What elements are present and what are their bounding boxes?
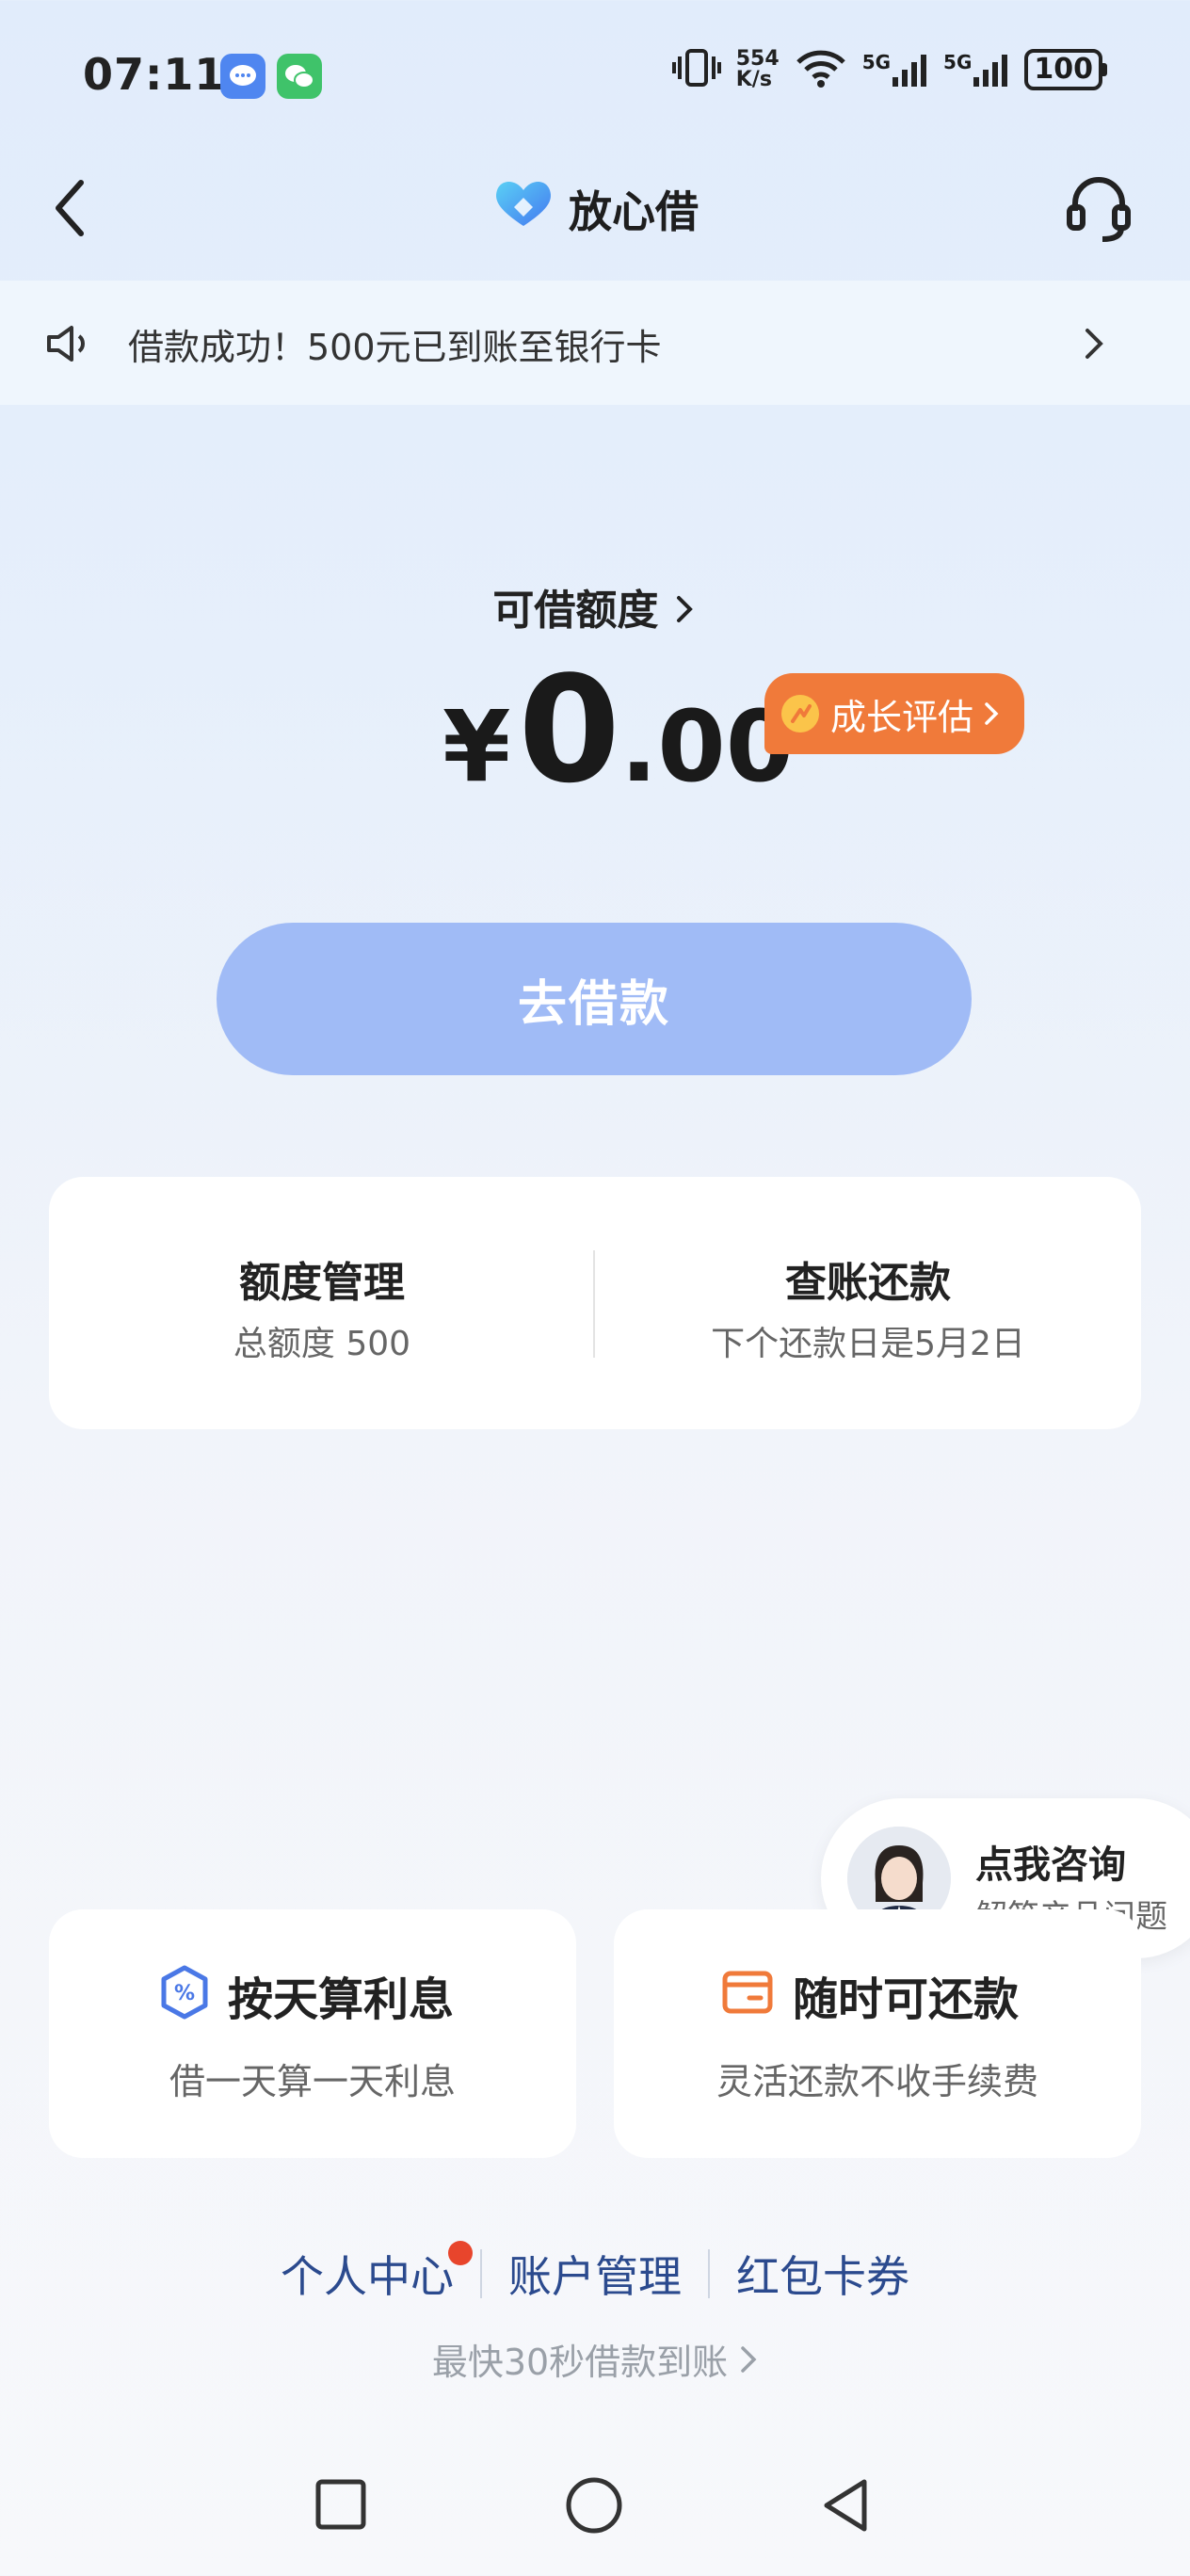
notice-chevron-icon bbox=[1083, 326, 1105, 365]
customer-service-button[interactable] bbox=[1066, 173, 1132, 245]
net-speed-value: 554 bbox=[735, 47, 780, 71]
nav-title-wrap: 放心借 bbox=[0, 177, 1190, 240]
circle-icon bbox=[566, 2477, 622, 2534]
svg-text:%: % bbox=[174, 1982, 195, 2005]
feature-interest-title: 按天算利息 bbox=[228, 1973, 455, 2026]
vibrate-icon bbox=[671, 47, 721, 92]
wallet-icon bbox=[721, 1966, 774, 2022]
bill-repayment-entry[interactable]: 查账还款 下个还款日是5月2日 bbox=[595, 1177, 1141, 1429]
headset-icon bbox=[1067, 177, 1131, 242]
speaker-icon bbox=[43, 320, 90, 371]
coupons-link[interactable]: 红包卡券 bbox=[710, 2243, 936, 2305]
wifi-icon bbox=[795, 47, 847, 92]
feature-repay-title: 随时可还款 bbox=[793, 1973, 1020, 2026]
account-management-link[interactable]: 账户管理 bbox=[482, 2243, 708, 2305]
triangle-back-icon bbox=[824, 2479, 867, 2532]
growth-label: 成长评估 bbox=[830, 696, 974, 738]
page-title: 放心借 bbox=[569, 185, 699, 237]
borrow-button[interactable]: 去借款 bbox=[217, 923, 972, 1075]
quota-label-row[interactable]: 可借额度 bbox=[0, 576, 1190, 636]
quota-chevron-icon bbox=[676, 596, 693, 622]
total-quota-text: 总额度 500 bbox=[233, 1325, 411, 1363]
signal-sim1-icon: 5G bbox=[862, 51, 928, 89]
available-amount: ¥ 0 .00 bbox=[442, 644, 794, 815]
notice-text: 借款成功！500元已到账至银行卡 bbox=[128, 327, 662, 368]
recent-apps-button[interactable] bbox=[314, 2478, 367, 2535]
net-speed-unit: K/s bbox=[735, 68, 772, 91]
percent-shield-icon: % bbox=[158, 1964, 211, 2024]
next-repayment-text: 下个还款日是5月2日 bbox=[711, 1325, 1025, 1363]
growth-icon bbox=[781, 695, 819, 733]
quota-label: 可借额度 bbox=[492, 587, 659, 635]
wechat-icon bbox=[277, 54, 322, 99]
home-button[interactable] bbox=[565, 2476, 623, 2538]
currency-symbol: ¥ bbox=[442, 689, 511, 804]
footer-links: 个人中心 账户管理 红包卡券 bbox=[0, 2241, 1190, 2305]
account-management-card: 额度管理 总额度 500 查账还款 下个还款日是5月2日 bbox=[49, 1177, 1141, 1429]
tagline-chevron-icon bbox=[741, 2345, 757, 2373]
tagline-row[interactable]: 最快30秒借款到账 bbox=[0, 2333, 1190, 2385]
personal-center-link[interactable]: 个人中心 bbox=[254, 2241, 480, 2305]
growth-chevron-icon bbox=[985, 702, 999, 725]
amount-integer: 0 bbox=[518, 644, 620, 815]
signal-sim2-icon: 5G bbox=[943, 51, 1009, 89]
app-logo-icon bbox=[491, 177, 555, 240]
feature-card-interest: % 按天算利息 借一天算一天利息 bbox=[49, 1909, 576, 2158]
tagline-text: 最快30秒借款到账 bbox=[431, 2342, 729, 2383]
system-nav-bar bbox=[0, 2439, 1190, 2576]
bill-repayment-title: 查账还款 bbox=[785, 1259, 951, 1307]
sim2-label: 5G bbox=[943, 51, 973, 73]
sim1-label: 5G bbox=[861, 51, 892, 73]
consult-title: 点我咨询 bbox=[975, 1843, 1126, 1887]
quota-management-title: 额度管理 bbox=[239, 1259, 405, 1307]
battery-level: 100 bbox=[1024, 49, 1102, 90]
message-app-icon bbox=[220, 54, 265, 99]
net-speed: 554 K/s bbox=[736, 49, 780, 90]
notification-dot bbox=[448, 2241, 473, 2265]
feature-repay-sub: 灵活还款不收手续费 bbox=[716, 2061, 1038, 2102]
battery-icon: 100 bbox=[1024, 49, 1107, 90]
status-icons: 554 K/s 5G 5G 100 bbox=[671, 47, 1107, 92]
feature-interest-sub: 借一天算一天利息 bbox=[169, 2061, 456, 2102]
growth-assessment-button[interactable]: 成长评估 bbox=[764, 673, 1024, 754]
personal-center-label: 个人中心 bbox=[281, 2251, 454, 2302]
quota-management-entry[interactable]: 额度管理 总额度 500 bbox=[49, 1177, 595, 1429]
square-icon bbox=[315, 2479, 366, 2530]
system-back-button[interactable] bbox=[819, 2476, 872, 2538]
status-time: 07:11 bbox=[83, 49, 226, 100]
feature-card-repay: 随时可还款 灵活还款不收手续费 bbox=[614, 1909, 1141, 2158]
